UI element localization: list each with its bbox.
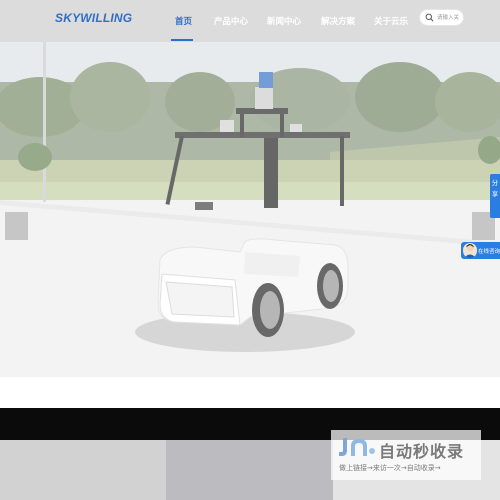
- consult-label: 在线咨询: [478, 249, 500, 255]
- nav-item-solutions[interactable]: 解决方案: [321, 15, 355, 27]
- watermark-logo-icon: [339, 438, 375, 456]
- hero-image: [0, 42, 500, 377]
- share-label: 分享: [491, 179, 499, 198]
- search-input[interactable]: 请输入关: [437, 13, 459, 21]
- nav-active-indicator: [171, 39, 193, 41]
- search-box[interactable]: 请输入关: [419, 9, 464, 26]
- nav-item-home[interactable]: 首页: [175, 15, 192, 27]
- watermark-title: 自动秒收录: [379, 442, 465, 461]
- online-consult-button[interactable]: 在线咨询: [461, 242, 500, 259]
- nav-item-news[interactable]: 新闻中心: [267, 15, 301, 27]
- feature-panel-1[interactable]: [0, 440, 166, 500]
- nav-item-products[interactable]: 产品中心: [214, 15, 248, 27]
- site-logo[interactable]: SKYWILLING: [55, 11, 132, 25]
- hero-banner[interactable]: [0, 42, 500, 377]
- hero-prev-button[interactable]: [5, 212, 28, 240]
- nav-item-about[interactable]: 关于云乐: [374, 15, 408, 27]
- watermark-subtitle: 做上链接→来访一次→自动收录→: [339, 464, 441, 472]
- watermark-overlay: 自动秒收录 做上链接→来访一次→自动收录→: [331, 430, 481, 480]
- search-icon[interactable]: [425, 13, 434, 22]
- site-header: SKYWILLING 首页 产品中心 新闻中心 解决方案 关于云乐 请输入关: [0, 0, 500, 42]
- feature-panel-2[interactable]: [166, 440, 333, 500]
- share-tab[interactable]: 分享: [490, 174, 500, 218]
- consult-avatar: [463, 243, 477, 258]
